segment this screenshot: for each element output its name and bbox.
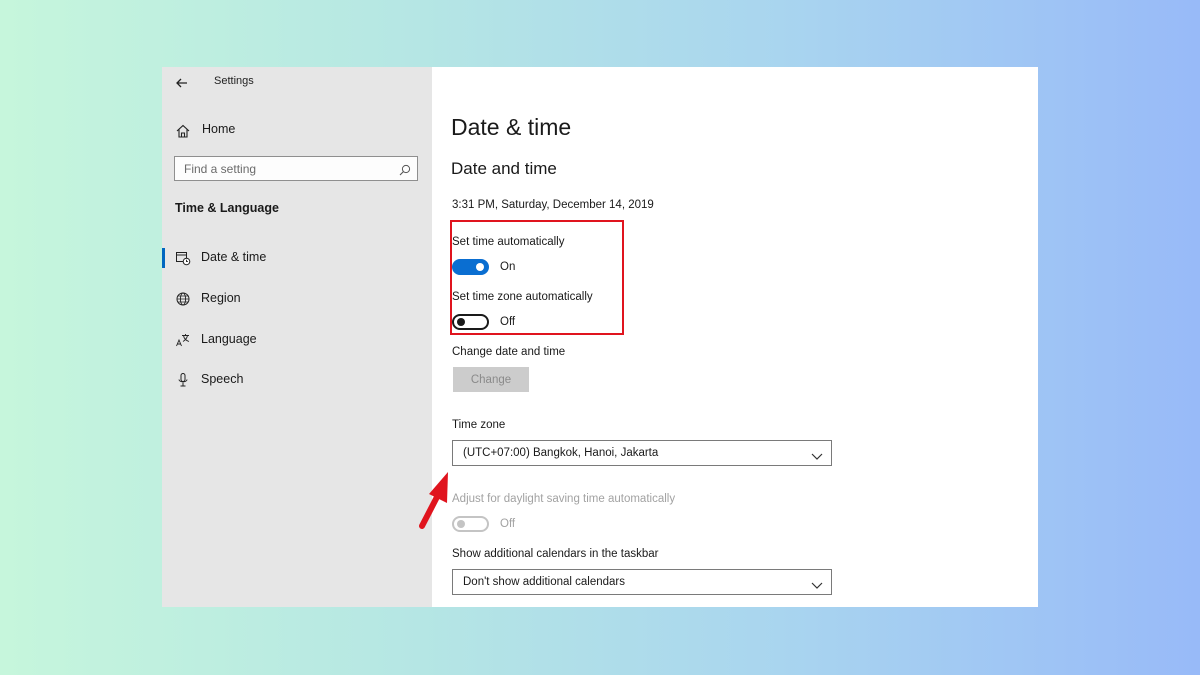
section-title: Date and time [451, 159, 557, 178]
sidebar-item-label: Region [201, 291, 241, 305]
app-title: Settings [214, 75, 254, 87]
sidebar: Settings Home Time & Language Date & tim… [162, 67, 432, 607]
sidebar-item-language[interactable]: Language [162, 327, 432, 353]
calendar-clock-icon [175, 250, 191, 266]
search-input[interactable] [175, 157, 394, 180]
sidebar-item-region[interactable]: Region [162, 286, 432, 312]
search-box[interactable] [174, 156, 418, 181]
set-timezone-auto-state: Off [500, 316, 516, 328]
sidebar-item-label: Speech [201, 372, 244, 386]
set-timezone-auto-label: Set time zone automatically [452, 291, 593, 303]
chevron-down-icon [811, 448, 823, 460]
time-zone-dropdown[interactable]: (UTC+07:00) Bangkok, Hanoi, Jakarta [452, 440, 832, 466]
sidebar-item-label: Date & time [201, 250, 267, 264]
set-time-auto-label: Set time automatically [452, 236, 565, 248]
change-datetime-label: Change date and time [452, 346, 566, 358]
additional-calendars-label: Show additional calendars in the taskbar [452, 548, 659, 560]
current-datetime: 3:31 PM, Saturday, December 14, 2019 [452, 199, 654, 211]
language-icon [175, 332, 191, 348]
additional-calendars-dropdown[interactable]: Don't show additional calendars [452, 569, 832, 595]
microphone-icon [175, 372, 191, 388]
toggle-knob [457, 520, 465, 528]
chevron-down-icon [811, 577, 823, 589]
back-arrow-icon[interactable] [172, 73, 192, 93]
sidebar-item-date-time[interactable]: Date & time [162, 245, 432, 271]
daylight-saving-state: Off [500, 518, 516, 530]
search-icon[interactable] [399, 163, 411, 176]
daylight-saving-label: Adjust for daylight saving time automati… [452, 493, 676, 505]
set-timezone-auto-toggle[interactable] [452, 314, 489, 330]
home-icon [175, 123, 191, 139]
home-label: Home [202, 122, 236, 136]
page-title: Date & time [451, 114, 572, 140]
set-time-auto-toggle[interactable] [452, 259, 489, 275]
time-zone-label: Time zone [452, 419, 506, 431]
sidebar-item-label: Language [201, 332, 257, 346]
sidebar-item-speech[interactable]: Speech [162, 367, 432, 393]
set-time-auto-state: On [500, 261, 516, 273]
toggle-knob [457, 318, 465, 326]
additional-calendars-value: Don't show additional calendars [463, 576, 626, 588]
main-content: Date & time Date and time 3:31 PM, Satur… [432, 67, 1038, 607]
settings-window: Settings Home Time & Language Date & tim… [162, 67, 1038, 607]
globe-icon [175, 291, 191, 307]
change-button[interactable]: Change [453, 367, 529, 392]
home-nav-item[interactable]: Home [174, 121, 414, 141]
section-heading: Time & Language [175, 201, 279, 215]
toggle-knob [476, 263, 484, 271]
daylight-saving-toggle [452, 516, 489, 532]
time-zone-value: (UTC+07:00) Bangkok, Hanoi, Jakarta [463, 447, 659, 459]
